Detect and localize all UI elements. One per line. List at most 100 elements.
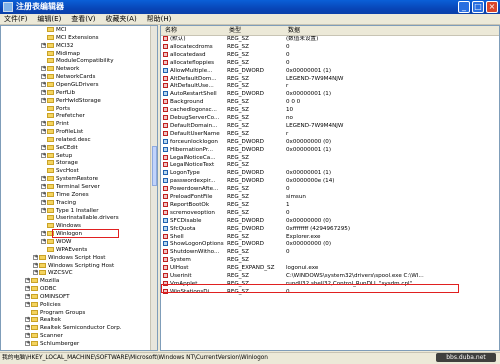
tree-item[interactable]: + NetworkCards bbox=[41, 74, 95, 81]
menu-view[interactable]: 查看(V) bbox=[67, 14, 99, 24]
expand-icon[interactable]: + bbox=[41, 176, 46, 182]
value-row[interactable]: ShutdownWitho... REG_SZ 0 bbox=[161, 249, 499, 257]
value-row[interactable]: AltDefaultUse... REG_SZ r bbox=[161, 83, 499, 91]
value-row[interactable]: PreloadFontFile REG_SZ simsun bbox=[161, 194, 499, 202]
close-button[interactable]: × bbox=[486, 1, 498, 13]
tree-scrollbar[interactable] bbox=[150, 26, 157, 350]
expand-icon[interactable]: + bbox=[41, 42, 46, 48]
tree-item[interactable]: + Type 1 Installer bbox=[41, 207, 99, 215]
expand-icon[interactable]: + bbox=[41, 191, 46, 197]
expand-icon[interactable]: + bbox=[41, 129, 46, 135]
tree-item[interactable]: Midimap bbox=[41, 50, 80, 58]
tree-item[interactable]: + Time Zones bbox=[41, 191, 89, 199]
tree-item[interactable]: + Tracing bbox=[41, 199, 76, 207]
tree-item[interactable]: + Schlumberger bbox=[25, 341, 79, 348]
expand-icon[interactable]: + bbox=[41, 97, 46, 103]
expand-icon[interactable]: + bbox=[33, 270, 38, 276]
value-row[interactable]: allocatedasd REG_SZ 0 bbox=[161, 51, 499, 60]
value-row[interactable]: passwordexpir... REG_DWORD 0x0000000e (14) bbox=[161, 178, 499, 186]
expand-icon[interactable]: + bbox=[41, 184, 46, 189]
values-list[interactable]: 名称 类型 数据 (默认) REG_SZ (数值未设置) allocatecdroms… bbox=[160, 25, 500, 351]
minimize-button[interactable]: _ bbox=[458, 1, 470, 13]
menu-help[interactable]: 帮助(H) bbox=[143, 14, 176, 24]
expand-icon[interactable]: + bbox=[41, 121, 46, 127]
tree-scrollbar-thumb[interactable] bbox=[152, 146, 157, 186]
menu-favorites[interactable]: 收藏夹(A) bbox=[101, 14, 140, 24]
value-row[interactable]: PowerdownAfte... REG_SZ 0 bbox=[161, 186, 499, 194]
tree-item[interactable]: + Windows Scripting Host bbox=[33, 262, 114, 270]
expand-icon[interactable]: + bbox=[41, 89, 46, 95]
expand-icon[interactable]: + bbox=[41, 238, 46, 244]
value-row[interactable]: AllowMultiple... REG_DWORD 0x00000001 (1) bbox=[161, 67, 499, 76]
value-row[interactable]: SfcQuota REG_DWORD 0xffffffff (4294967295) bbox=[161, 225, 499, 234]
expand-icon[interactable]: + bbox=[25, 325, 30, 331]
value-row[interactable]: ReportBootOk REG_SZ 1 bbox=[161, 201, 499, 210]
tree-item[interactable]: + Windows Script Host bbox=[33, 254, 106, 262]
expand-icon[interactable]: + bbox=[25, 278, 30, 284]
value-row[interactable]: AutoRestartShell REG_DWORD 0x00000001 (1) bbox=[161, 91, 499, 99]
tree-item[interactable]: + Setup bbox=[41, 152, 72, 160]
expand-icon[interactable]: + bbox=[25, 341, 30, 346]
expand-icon[interactable]: + bbox=[33, 254, 38, 260]
tree-item[interactable]: + Scanner bbox=[25, 333, 63, 340]
value-row[interactable]: allocatefloppies REG_SZ 0 bbox=[161, 59, 499, 68]
column-data[interactable]: 数据 bbox=[288, 26, 300, 35]
tree-item[interactable]: + SeCEdit bbox=[41, 144, 78, 152]
tree-item[interactable]: MCI bbox=[41, 27, 66, 34]
expand-icon[interactable]: + bbox=[33, 262, 38, 268]
value-row[interactable]: Background REG_SZ 0 0 0 bbox=[161, 99, 499, 107]
expand-icon[interactable]: + bbox=[25, 301, 30, 307]
value-row[interactable]: Userinit REG_SZ C:\WINDOWS\system32\driver… bbox=[161, 273, 499, 281]
value-row[interactable]: DefaultUserName REG_SZ r bbox=[161, 130, 499, 139]
expand-icon[interactable]: + bbox=[41, 81, 46, 87]
tree-item[interactable]: + SystemRestore bbox=[41, 176, 98, 183]
value-row[interactable]: allocatecdroms REG_SZ 0 bbox=[161, 43, 499, 52]
tree-item[interactable]: + OpenGLDrivers bbox=[41, 81, 99, 89]
value-row[interactable]: DefaultDomain... REG_SZ LEGEND-7W9M4NJW bbox=[161, 122, 499, 131]
tree-item[interactable]: Prefetcher bbox=[41, 113, 85, 120]
expand-icon[interactable]: + bbox=[25, 293, 30, 299]
tree-item[interactable]: SvcHost bbox=[41, 168, 79, 175]
tree-item[interactable]: + PerHwIdStorage bbox=[41, 97, 101, 105]
tree-item[interactable]: related.desc bbox=[41, 136, 91, 144]
value-row[interactable]: LegalNoticeText REG_SZ bbox=[161, 162, 499, 170]
tree-item[interactable]: MCI Extensions bbox=[41, 34, 99, 42]
tree-item[interactable]: + ODBC bbox=[25, 286, 56, 293]
value-row[interactable]: DebugServerCo... REG_SZ no bbox=[161, 115, 499, 123]
tree-item[interactable]: + Policies bbox=[25, 301, 61, 309]
expand-icon[interactable]: + bbox=[41, 231, 46, 237]
tree-item[interactable]: Program Groups bbox=[25, 309, 85, 317]
tree-item[interactable]: + PerfLib bbox=[41, 89, 75, 97]
column-name[interactable]: 名称 bbox=[165, 26, 177, 35]
expand-icon[interactable]: + bbox=[41, 74, 46, 80]
value-row[interactable]: System REG_SZ bbox=[161, 257, 499, 265]
value-row[interactable]: scremoveoption REG_SZ 0 bbox=[161, 209, 499, 218]
expand-icon[interactable]: + bbox=[41, 152, 46, 158]
tree-item[interactable]: + Realtek Semiconductor Corp. bbox=[25, 325, 122, 332]
tree-item[interactable]: + WOW bbox=[41, 238, 71, 246]
maximize-button[interactable]: □ bbox=[472, 1, 484, 13]
tree-item[interactable]: + Realtek bbox=[25, 317, 61, 324]
expand-icon[interactable]: + bbox=[25, 286, 30, 292]
value-row[interactable]: AltDefaultDom... REG_SZ LEGEND-7W9M4NJW bbox=[161, 75, 499, 84]
value-row[interactable]: ShowLogonOptions REG_DWORD 0x00000000 (0) bbox=[161, 241, 499, 249]
tree-item[interactable]: + WZCSVC bbox=[33, 270, 73, 277]
tree-item[interactable]: + MCI32 bbox=[41, 42, 74, 50]
tree-item[interactable]: + Mozilla bbox=[25, 278, 59, 285]
value-row[interactable]: (默认) REG_SZ (数值未设置) bbox=[161, 36, 499, 44]
tree-item[interactable]: Userinstallable.drivers bbox=[41, 215, 119, 222]
value-row[interactable]: LogonType REG_DWORD 0x00000001 (1) bbox=[161, 170, 499, 178]
menu-file[interactable]: 文件(F) bbox=[0, 14, 32, 24]
menu-edit[interactable]: 编辑(E) bbox=[33, 14, 65, 24]
value-row[interactable]: cachedlogonsc... REG_SZ 10 bbox=[161, 107, 499, 115]
tree-item[interactable]: + Terminal Server bbox=[41, 184, 100, 191]
expand-icon[interactable]: + bbox=[25, 333, 30, 339]
tree-item[interactable]: + ProfileList bbox=[41, 129, 83, 136]
tree-item[interactable]: + Network bbox=[41, 66, 79, 73]
expand-icon[interactable]: + bbox=[41, 207, 46, 213]
registry-tree[interactable]: MCI MCI Extensions + MCI32 Midimap ModuleComp… bbox=[0, 25, 158, 351]
expand-icon[interactable]: + bbox=[41, 66, 46, 72]
value-row[interactable]: forceunlocklogon REG_DWORD 0x00000000 (0) bbox=[161, 138, 499, 147]
expand-icon[interactable]: + bbox=[41, 144, 46, 150]
tree-item[interactable]: WPAEvents bbox=[41, 246, 87, 254]
